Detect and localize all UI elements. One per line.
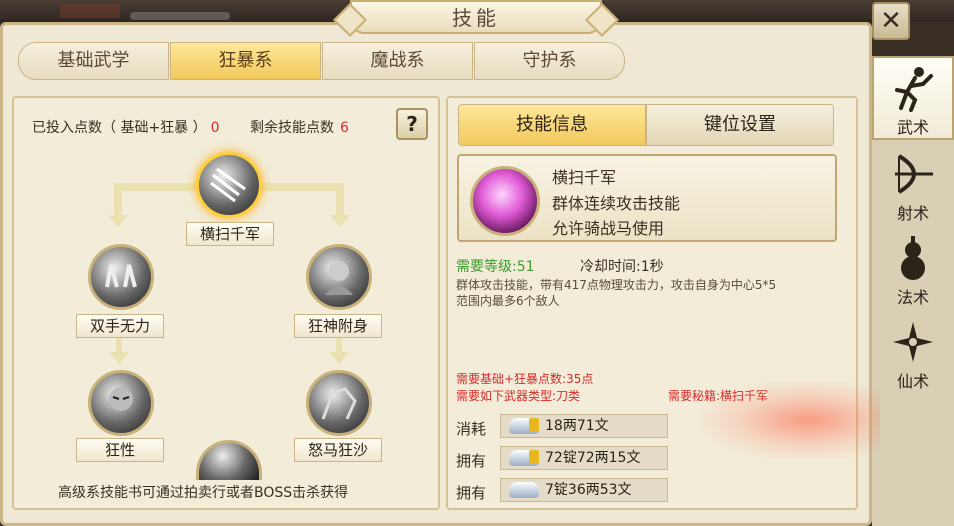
sidebar-item-label: 武术 — [896, 118, 929, 137]
tab-key-binding[interactable]: 键位设置 — [646, 104, 834, 146]
sidebar-item-label: 射术 — [896, 204, 929, 223]
remaining-points-label: 剩余技能点数 6 — [250, 120, 349, 136]
sidebar-item-magic[interactable]: 法术 — [872, 228, 954, 312]
help-button[interactable]: ? — [396, 108, 428, 140]
skill-node-raging-horse[interactable] — [306, 370, 372, 436]
selected-skill-icon — [470, 166, 540, 236]
invested-points-label: 已投入点数（ 基础+狂暴 ） 0 — [32, 120, 220, 136]
cost-owned-bound: 72锭72两15文 — [500, 446, 668, 470]
level-requirement: 需要等级:51 — [456, 259, 535, 275]
tree-arrow — [109, 352, 129, 364]
tree-connector — [336, 183, 344, 217]
sweep-skill-icon — [210, 167, 246, 203]
skill-node-frenzy[interactable] — [88, 370, 154, 436]
tab-berserk[interactable]: 狂暴系 — [170, 42, 321, 80]
cooldown: 冷却时间:1秒 — [580, 259, 664, 275]
berserk-god-skill-icon — [325, 261, 353, 295]
martial-arts-icon — [895, 67, 933, 112]
sidebar-item-label: 仙术 — [896, 372, 929, 391]
skill-node-label: 狂神附身 — [294, 314, 382, 338]
tree-arrow — [329, 352, 349, 364]
school-tabs: 基础武学 狂暴系 魔战系 守护系 — [18, 42, 626, 80]
skill-node-label: 双手无力 — [76, 314, 164, 338]
skill-node-weak-hands[interactable] — [88, 244, 154, 310]
tree-arrow — [108, 215, 128, 227]
skill-mount: 允许骑战马使用 — [552, 219, 665, 238]
tree-footer-hint: 高级系技能书可通过拍卖行或者BOSS击杀获得 — [58, 485, 349, 501]
tab-basic[interactable]: 基础武学 — [18, 42, 169, 80]
invested-points-value: 0 — [210, 120, 220, 136]
cost-owned-free: 7锭36两53文 — [500, 478, 668, 502]
skill-node-label: 横扫千军 — [186, 222, 274, 246]
skill-node-sweep[interactable] — [196, 152, 262, 218]
lock-icon — [529, 450, 539, 464]
weapon-requirement: 需要如下武器类型:刀类 — [456, 389, 581, 403]
silver-ingot-icon — [509, 482, 539, 498]
skill-name: 横扫千军 — [552, 168, 617, 187]
cost-label: 消耗 — [456, 420, 487, 438]
sidebar-item-immortal[interactable]: 仙术 — [872, 312, 954, 396]
sidebar-item-label: 法术 — [896, 288, 929, 307]
skill-node-berserk-god[interactable] — [306, 244, 372, 310]
points-requirement: 需要基础+狂暴点数:35点 — [456, 372, 594, 386]
tab-magic-war[interactable]: 魔战系 — [322, 42, 473, 80]
immortal-shuriken-icon — [893, 322, 933, 362]
sidebar-item-archery[interactable]: 射术 — [872, 144, 954, 228]
tab-guardian[interactable]: 守护系 — [474, 42, 625, 80]
window-title: 技能 — [350, 0, 602, 34]
owned-label: 拥有 — [456, 452, 487, 470]
remaining-points-value: 6 — [340, 120, 349, 136]
sidebar-item-martial[interactable]: 武术 — [872, 56, 954, 140]
skill-node-label: 狂性 — [76, 438, 164, 462]
lock-icon — [529, 418, 539, 432]
cost-consume: 18两71文 — [500, 414, 668, 438]
owned-label: 拥有 — [456, 484, 487, 502]
tree-connector — [114, 183, 122, 217]
skill-type: 群体连续攻击技能 — [552, 194, 681, 213]
frenzy-skill-icon — [109, 387, 133, 411]
sidebar: 武术 射术 法术 仙术 — [872, 56, 954, 526]
raging-horse-skill-icon — [321, 387, 357, 420]
archery-icon — [895, 154, 933, 194]
tree-arrow — [330, 215, 350, 227]
magic-gourd-icon — [901, 236, 925, 280]
skill-node-label: 怒马狂沙 — [294, 438, 382, 462]
fists-skill-icon — [105, 264, 137, 288]
close-icon: ✕ — [880, 6, 902, 36]
overlay-glow — [700, 380, 880, 460]
close-button[interactable]: ✕ — [872, 2, 910, 40]
skill-description-1: 群体攻击技能，带有417点物理攻击力，攻击自身为中心5*5 — [456, 278, 777, 292]
skill-description-2: 范围内最多6个敌人 — [456, 294, 560, 308]
tab-skill-info[interactable]: 技能信息 — [458, 104, 646, 146]
